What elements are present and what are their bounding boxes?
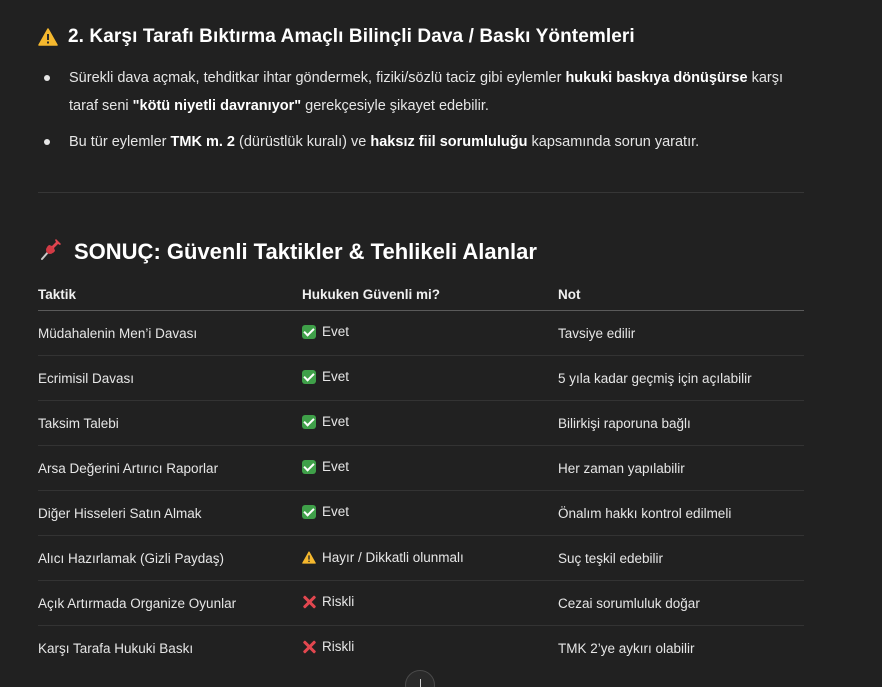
cell-not: Her zaman yapılabilir bbox=[558, 445, 804, 491]
section-heading: 2. Karşı Tarafı Bıktırma Amaçlı Bilinçli… bbox=[38, 26, 635, 48]
header-not: Not bbox=[558, 279, 804, 311]
section-heading-text: 2. Karşı Tarafı Bıktırma Amaçlı Bilinçli… bbox=[68, 26, 635, 47]
cell-status: Evet bbox=[302, 445, 558, 491]
cell-not: 5 yıla kadar geçmiş için açılabilir bbox=[558, 355, 804, 401]
text: gerekçesiyle şikayet edebilir. bbox=[301, 98, 489, 114]
warning-icon bbox=[302, 550, 316, 564]
check-icon bbox=[302, 414, 316, 429]
status-indicator: Hayır / Dikkatli olunmalı bbox=[302, 550, 464, 565]
check-icon bbox=[302, 504, 316, 519]
bold-text: "kötü niyetli davranıyor" bbox=[132, 98, 302, 114]
cell-taktik: Arsa Değerini Artırıcı Raporlar bbox=[38, 445, 302, 491]
status-text: Hayır / Dikkatli olunmalı bbox=[322, 549, 464, 565]
cell-not: Suç teşkil edebilir bbox=[558, 535, 804, 581]
warning-icon bbox=[38, 28, 58, 46]
text: (dürüstlük kuralı) ve bbox=[235, 134, 371, 150]
bullet-item: Bu tür eylemler TMK m. 2 (dürüstlük kura… bbox=[38, 128, 808, 156]
text: Sürekli dava açmak, tehditkar ihtar gönd… bbox=[69, 70, 566, 86]
cell-not: Önalım hakkı kontrol edilmeli bbox=[558, 490, 804, 536]
text: kapsamında sorun yaratır. bbox=[527, 134, 700, 150]
bullet-item: Sürekli dava açmak, tehditkar ihtar gönd… bbox=[38, 64, 808, 120]
check-icon bbox=[302, 324, 316, 339]
check-icon bbox=[302, 369, 316, 384]
pushpin-icon bbox=[38, 236, 64, 268]
status-indicator: Riskli bbox=[302, 639, 354, 654]
cell-status: Evet bbox=[302, 310, 558, 356]
cell-taktik: Alıcı Hazırlamak (Gizli Paydaş) bbox=[38, 535, 302, 581]
header-hukuken-guvenli: Hukuken Güvenli mi? bbox=[302, 279, 558, 311]
cell-not: Cezai sorumluluk doğar bbox=[558, 580, 804, 626]
cell-status: Riskli bbox=[302, 580, 558, 626]
status-text: Riskli bbox=[322, 594, 355, 610]
status-indicator: Evet bbox=[302, 459, 349, 474]
cell-not: Bilirkişi raporuna bağlı bbox=[558, 400, 804, 446]
cell-not: TMK 2’ye aykırı olabilir bbox=[558, 640, 695, 656]
table-row: Açık Artırmada Organize Oyunlar Riskli Cez… bbox=[38, 580, 804, 626]
cell-taktik: Müdahalenin Men’i Davası bbox=[38, 310, 302, 356]
table-row: Alıcı Hazırlamak (Gizli Paydaş) Hayır / D… bbox=[38, 535, 804, 581]
cross-icon bbox=[302, 595, 316, 609]
cross-icon bbox=[302, 640, 316, 654]
divider bbox=[38, 192, 804, 193]
check-icon bbox=[302, 459, 316, 474]
table-row: Karşı Tarafa Hukuki Baskı Riskli TMK 2’ye … bbox=[38, 626, 804, 671]
text: Bu tür eylemler bbox=[69, 134, 171, 150]
status-text: Evet bbox=[322, 414, 350, 430]
cell-status: Riskli bbox=[302, 626, 558, 671]
cell-taktik: Karşı Tarafa Hukuki Baskı bbox=[38, 640, 194, 656]
table-row: Müdahalenin Men’i Davası Evet Tavsiye edil… bbox=[38, 310, 804, 356]
status-indicator: Evet bbox=[302, 369, 349, 384]
status-indicator: Evet bbox=[302, 504, 349, 519]
summary-heading-text: SONUÇ: Güvenli Taktikler & Tehlikeli Ala… bbox=[74, 239, 537, 264]
bold-text: TMK m. 2 bbox=[170, 134, 235, 150]
table-row: Arsa Değerini Artırıcı Raporlar Evet Her z… bbox=[38, 445, 804, 491]
table-row: Ecrimisil Davası Evet 5 yıla kadar geçmiş … bbox=[38, 355, 804, 401]
cell-status: Evet bbox=[302, 490, 558, 536]
bold-text: hukuki baskıya dönüşürse bbox=[565, 70, 748, 86]
cell-taktik: Diğer Hisseleri Satın Almak bbox=[38, 490, 302, 536]
status-text: Riskli bbox=[322, 639, 355, 655]
table-header-row: Taktik Hukuken Güvenli mi? Not bbox=[38, 279, 804, 311]
status-text: Evet bbox=[322, 324, 350, 340]
cell-status: Evet bbox=[302, 400, 558, 446]
table-row: Taksim Talebi Evet Bilirkişi raporuna bağl… bbox=[38, 400, 804, 446]
status-text: Evet bbox=[322, 369, 350, 385]
status-indicator: Evet bbox=[302, 324, 349, 339]
table-row: Diğer Hisseleri Satın Almak Evet Önalım ha… bbox=[38, 490, 804, 536]
cell-not: Tavsiye edilir bbox=[558, 310, 804, 356]
scroll-down-button[interactable] bbox=[405, 670, 435, 687]
summary-heading: SONUÇ: Güvenli Taktikler & Tehlikeli Ala… bbox=[38, 236, 537, 268]
cell-taktik: Taksim Talebi bbox=[38, 400, 302, 446]
header-taktik: Taktik bbox=[38, 279, 302, 311]
arrow-down-icon bbox=[420, 679, 421, 687]
bullet-dot bbox=[44, 139, 50, 145]
status-indicator: Evet bbox=[302, 414, 349, 429]
tactics-table: Taktik Hukuken Güvenli mi? Not Müdahalen… bbox=[38, 279, 804, 670]
cell-status: Hayır / Dikkatli olunmalı bbox=[302, 535, 558, 581]
cell-taktik: Açık Artırmada Organize Oyunlar bbox=[38, 580, 302, 626]
status-indicator: Riskli bbox=[302, 594, 354, 609]
bold-text: haksız fiil sorumluluğu bbox=[370, 134, 528, 150]
status-text: Evet bbox=[322, 459, 350, 475]
cell-status: Evet bbox=[302, 355, 558, 401]
chat-response: 2. Karşı Tarafı Bıktırma Amaçlı Bilinçli… bbox=[0, 0, 882, 687]
bullet-dot bbox=[44, 75, 50, 81]
bullet-list: Sürekli dava açmak, tehditkar ihtar gönd… bbox=[38, 64, 808, 156]
cell-taktik: Ecrimisil Davası bbox=[38, 355, 302, 401]
status-text: Evet bbox=[322, 504, 350, 520]
